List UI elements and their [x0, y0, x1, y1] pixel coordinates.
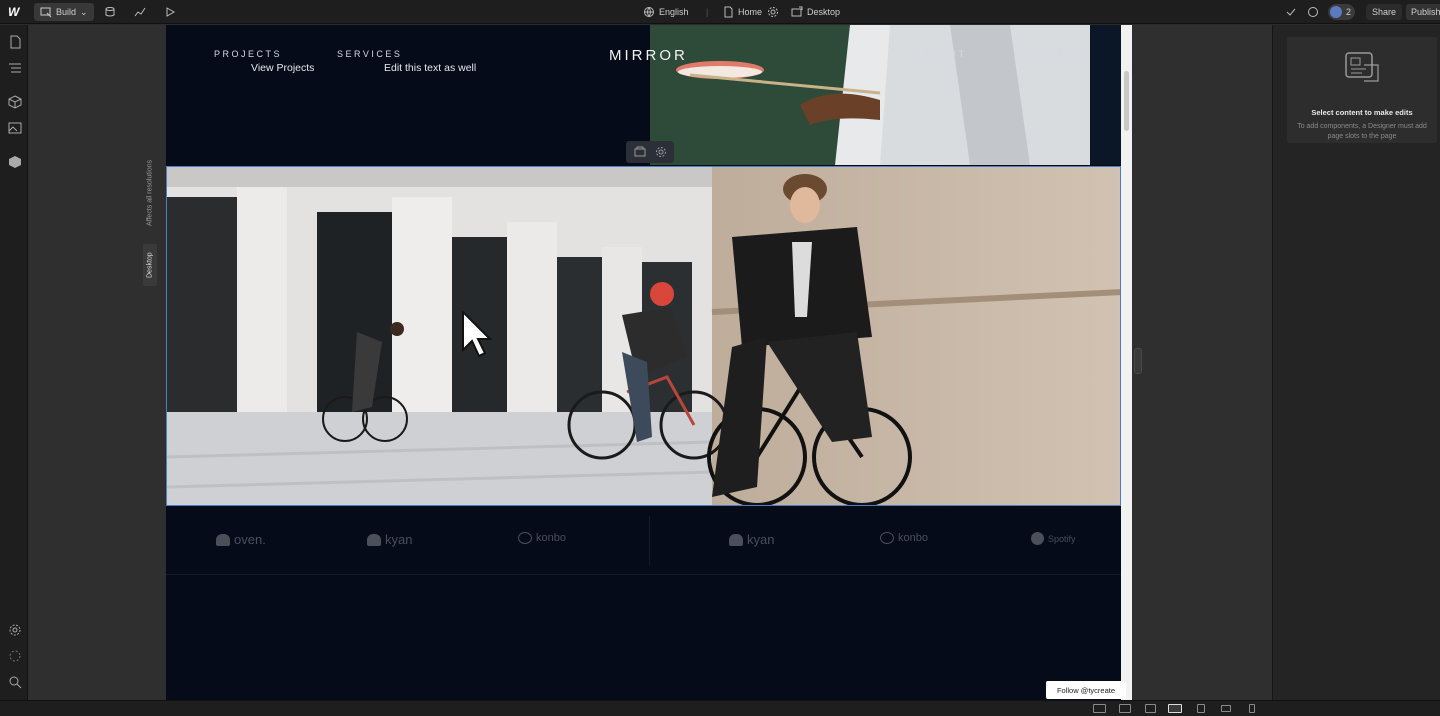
collaborators-count: 2 [1346, 7, 1352, 17]
hero-illustration [650, 25, 1121, 165]
breakpoint-mobile-portrait-icon[interactable] [1249, 704, 1255, 713]
right-panel: Select content to make edits To add comp… [1272, 25, 1440, 700]
oven-logo-icon [216, 533, 230, 546]
right-panel-description: To add components, a Designer must add p… [1297, 123, 1427, 140]
konbo-logo-icon [518, 532, 532, 544]
breakpoint-icon [791, 6, 803, 17]
top-bar: W Build ⌄ English | Home Desktop 2 Share… [0, 0, 1440, 24]
nav-contact-link[interactable]: CONTACT [1022, 49, 1082, 59]
page-icon [724, 6, 733, 18]
check-icon[interactable] [1285, 0, 1297, 24]
client-logo-label: oven. [234, 532, 266, 547]
preview-play-icon[interactable] [164, 0, 176, 24]
nav-services-link[interactable]: SERVICES [337, 49, 402, 59]
client-logo-kyan: kyan [367, 532, 412, 547]
breakpoint-xl-icon[interactable] [1119, 704, 1131, 713]
client-logo-label: Spotify [1048, 533, 1076, 544]
analytics-icon[interactable] [134, 0, 146, 24]
breakpoint-tablet-icon[interactable] [1197, 704, 1205, 713]
client-logo-label: konbo [536, 532, 566, 544]
client-logo-label: kyan [385, 532, 413, 547]
section-toolbar [626, 141, 674, 163]
language-selector[interactable]: English [643, 0, 689, 24]
publish-button[interactable]: Publish [1406, 4, 1440, 20]
desktop-breakpoint-tag[interactable]: Desktop [143, 244, 157, 286]
search-icon[interactable] [8, 675, 22, 689]
page-label: Home [738, 7, 763, 17]
build-mode-button[interactable]: Build ⌄ [34, 3, 94, 21]
affects-all-resolutions-label: Affects all resolutions [146, 160, 154, 227]
empty-selection-card: Select content to make edits To add comp… [1287, 37, 1437, 143]
site-preview-frame: PROJECTS View Projects SERVICES Edit thi… [166, 25, 1132, 700]
client-logo-oven: oven. [216, 532, 266, 547]
navigator-icon[interactable] [8, 61, 22, 75]
nav-services-sublink[interactable]: Edit this text as well [384, 62, 476, 74]
cms-icon[interactable] [104, 0, 116, 24]
kyan-logo-icon [729, 533, 743, 546]
divider: | [706, 7, 709, 17]
client-logo-kyan: kyan [729, 532, 774, 547]
scrollbar-thumb[interactable] [1124, 71, 1129, 131]
resize-handle[interactable] [1134, 348, 1142, 374]
nav-projects-link[interactable]: PROJECTS [214, 49, 282, 59]
bottom-bar [0, 700, 1440, 716]
help-icon[interactable] [8, 649, 22, 663]
breakpoint-large-icon[interactable] [1145, 704, 1156, 713]
build-label: Build [56, 7, 77, 17]
client-logo-label: konbo [898, 532, 928, 544]
chevron-down-icon: ⌄ [80, 6, 88, 17]
page-settings-gear-icon[interactable] [767, 0, 779, 24]
library-icon[interactable] [8, 155, 22, 169]
assets-icon[interactable] [8, 121, 22, 135]
avatar [1330, 6, 1342, 18]
client-logo-spotify: Spotify [1031, 532, 1076, 545]
share-button[interactable]: Share [1366, 4, 1403, 20]
client-logo-konbo: konbo [880, 532, 928, 544]
settings-gear-icon[interactable] [8, 623, 22, 637]
breakpoint-mobile-landscape-icon[interactable] [1221, 705, 1231, 712]
client-logo-label: kyan [747, 532, 775, 547]
collaborators-avatar[interactable]: 2 [1328, 4, 1356, 20]
language-label: English [659, 7, 689, 17]
divider [649, 516, 650, 566]
section-settings-gear-icon[interactable] [655, 146, 667, 158]
kyan-logo-icon [367, 533, 381, 546]
right-panel-title: Select content to make edits [1311, 108, 1413, 117]
page-selector[interactable]: Home [722, 0, 762, 24]
hero-image [650, 25, 1121, 165]
build-icon [40, 7, 52, 18]
globe-icon [644, 7, 654, 18]
breakpoint-selector[interactable]: Desktop [791, 0, 840, 24]
spotify-logo-icon [1031, 532, 1044, 545]
section-slot-icon[interactable] [634, 146, 646, 158]
cyclists-photo-section[interactable] [166, 166, 1121, 506]
breakpoint-label: Desktop [807, 7, 841, 17]
nav-about-link[interactable]: ABOUT [923, 49, 967, 59]
comment-icon[interactable] [1307, 0, 1319, 24]
components-icon[interactable] [8, 95, 22, 109]
breakpoint-desktop-icon[interactable] [1168, 704, 1182, 713]
left-toolbar [0, 25, 28, 716]
client-logos-strip: oven. kyan konbo kyan konbo Spotify [166, 506, 1121, 575]
webflow-logo-icon[interactable]: W [8, 0, 19, 24]
breakpoint-xxl-icon[interactable] [1093, 704, 1106, 713]
konbo-logo-icon [880, 532, 894, 544]
cyclists-photo [167, 167, 1120, 505]
client-logo-konbo: konbo [518, 532, 566, 544]
nav-projects-sublink[interactable]: View Projects [251, 62, 314, 74]
site-logo[interactable]: MIRROR [609, 47, 688, 64]
follow-badge[interactable]: Follow @tycreate [1046, 681, 1126, 699]
mouse-cursor-icon [462, 310, 493, 358]
select-content-icon [1345, 52, 1379, 82]
pages-icon[interactable] [8, 35, 22, 49]
